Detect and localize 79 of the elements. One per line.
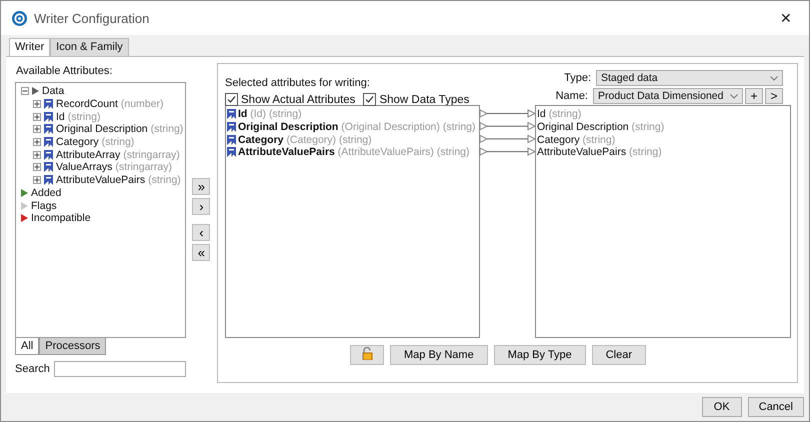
attribute-icon: [44, 112, 53, 122]
expand-icon[interactable]: [33, 163, 41, 172]
type-label: (string): [68, 110, 100, 123]
chevron-icon: [770, 76, 778, 80]
list-item[interactable]: Category (Category) (string): [238, 134, 372, 146]
window-title: Writer Configuration: [34, 10, 150, 26]
name-label: Name:: [556, 90, 588, 102]
lock-icon: [361, 347, 373, 360]
attribute-icon: [44, 124, 53, 134]
tree-item[interactable]: RecordCount: [56, 98, 118, 110]
attribute-icon: [227, 122, 236, 132]
attribute-icon: [44, 137, 53, 148]
type-label: (number): [120, 98, 164, 110]
expand-icon[interactable]: [33, 138, 41, 146]
action-button[interactable]: Map By Type: [494, 345, 586, 365]
name-dropdown[interactable]: Product Data Dimensioned: [593, 88, 743, 104]
tree-item[interactable]: Flags: [31, 200, 57, 212]
tree-item[interactable]: Original Description: [56, 123, 148, 136]
section-label: Available Attributes:: [16, 65, 114, 77]
tree-item[interactable]: Data: [42, 85, 64, 98]
type-label: Type:: [564, 72, 591, 84]
list-item[interactable]: Original Description (string): [537, 121, 664, 134]
close-button[interactable]: ✕: [763, 10, 809, 26]
attribute-icon: [227, 147, 236, 158]
list-item[interactable]: AttributeValuePairs (AttributeValuePairs) (string): [238, 146, 470, 158]
attribute-icon: [44, 162, 53, 172]
section-label: Selected attributes for writing:: [225, 77, 371, 89]
move-button[interactable]: »: [192, 178, 210, 195]
tree-item[interactable]: Added: [31, 186, 62, 199]
tab[interactable]: All: [15, 338, 40, 355]
attribute-icon: [44, 175, 53, 186]
checkbox[interactable]: [225, 93, 238, 106]
dialog-button[interactable]: OK: [702, 397, 742, 417]
dialog-button[interactable]: Cancel: [748, 397, 804, 417]
tree-item[interactable]: ValueArrays: [56, 161, 112, 174]
type-dropdown[interactable]: Staged data: [596, 70, 783, 86]
tab[interactable]: Processors: [39, 338, 106, 355]
lock-button[interactable]: [350, 345, 384, 365]
attribute-icon: [44, 99, 53, 110]
tree-item[interactable]: Id: [56, 110, 65, 123]
app-icon: [12, 10, 27, 26]
expand-icon[interactable]: [33, 112, 41, 121]
checkbox[interactable]: [363, 93, 376, 106]
type-label: (string): [150, 123, 184, 136]
tree-item[interactable]: AttributeArray: [56, 148, 120, 161]
search-label: Search: [15, 363, 50, 375]
action-button[interactable]: Map By Name: [390, 345, 488, 365]
expand-icon[interactable]: [33, 100, 41, 108]
tree-item[interactable]: Incompatible: [31, 212, 91, 224]
attribute-icon: [227, 134, 236, 145]
list-item[interactable]: AttributeValuePairs (string): [537, 146, 662, 158]
collapse-icon[interactable]: [21, 87, 29, 96]
action-button[interactable]: Clear: [592, 345, 646, 365]
expand-icon[interactable]: [33, 150, 41, 159]
next-button[interactable]: >: [765, 88, 783, 104]
checkbox-label: Show Data Types: [379, 94, 470, 106]
checkbox-label: Show Actual Attributes: [241, 94, 356, 106]
type-label: (stringarray): [115, 161, 172, 174]
list-item[interactable]: Id (Id) (string): [238, 108, 302, 120]
search-field[interactable]: [54, 361, 186, 377]
move-button[interactable]: ‹: [192, 224, 210, 241]
chevron-icon: [730, 94, 738, 98]
expand-icon[interactable]: [33, 176, 41, 184]
tree-item[interactable]: Category: [56, 136, 99, 148]
expand-icon[interactable]: [33, 125, 41, 134]
type-label: (string): [148, 174, 181, 186]
attribute-icon: [44, 150, 53, 160]
tree-item[interactable]: AttributeValuePairs: [56, 174, 146, 186]
tab[interactable]: Icon & Family: [50, 38, 129, 56]
list-item[interactable]: Id (string): [537, 108, 582, 120]
move-button[interactable]: «: [192, 244, 210, 261]
type-label: (string): [102, 136, 134, 148]
type-label: (stringarray): [123, 148, 180, 161]
tab[interactable]: Writer: [9, 38, 50, 56]
add-button[interactable]: +: [745, 88, 763, 104]
move-button[interactable]: ›: [192, 198, 210, 215]
attribute-icon: [227, 109, 236, 120]
list-item[interactable]: Original Description (Original Description) (string): [238, 121, 476, 134]
list-item[interactable]: Category (string): [537, 134, 616, 146]
